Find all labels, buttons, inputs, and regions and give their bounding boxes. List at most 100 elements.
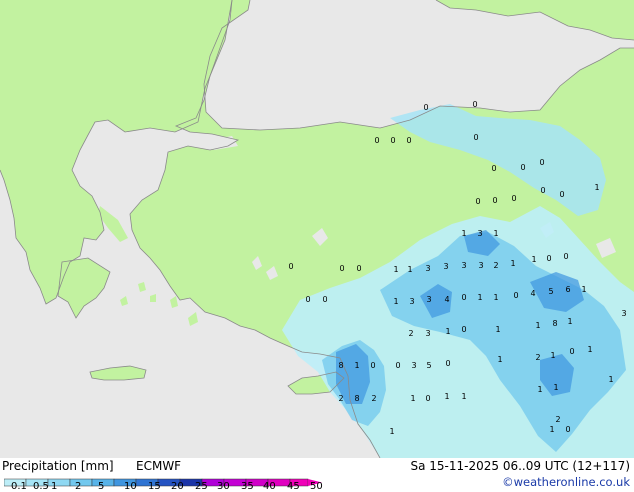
- point-value-label: 2: [371, 394, 376, 403]
- point-value-label: 0: [563, 252, 568, 261]
- color-scale-tick: 35: [241, 481, 254, 492]
- color-scale-tick: 15: [148, 481, 161, 492]
- point-value-label: 1: [493, 229, 498, 238]
- point-value-label: 1: [550, 351, 555, 360]
- color-scale-tick: 5: [98, 481, 105, 492]
- point-value-label: 1: [531, 255, 536, 264]
- point-value-label: 1: [495, 325, 500, 334]
- point-value-label: 1: [493, 293, 498, 302]
- point-value-label: 1: [461, 229, 466, 238]
- point-value-label: 0: [559, 190, 564, 199]
- point-value-label: 0: [520, 163, 525, 172]
- point-value-label: 1: [553, 383, 558, 392]
- point-value-label: 3: [478, 261, 483, 270]
- point-value-label: 3: [409, 297, 414, 306]
- point-value-label: 0: [390, 136, 395, 145]
- point-value-label: 0: [406, 136, 411, 145]
- point-value-label: 1: [608, 375, 613, 384]
- point-value-label: 0: [492, 196, 497, 205]
- color-scale-tick: 20: [171, 481, 184, 492]
- point-value-label: 1: [537, 385, 542, 394]
- point-value-label: 0: [475, 197, 480, 206]
- point-value-label: 8: [354, 394, 359, 403]
- point-value-label: 1: [535, 321, 540, 330]
- point-value-label: 0: [473, 133, 478, 142]
- map-canvas: 0 0 0 0 0 0 0 0 0 1 0 0 0 0 0 1 3 1 0 0 0 1 1 3 3 3 3 2 1 1 0 0 0 0 1 3 3 4 0 1…: [0, 0, 634, 459]
- model-name: ECMWF: [136, 459, 182, 473]
- point-value-label: 1: [594, 183, 599, 192]
- point-value-label: 0: [491, 164, 496, 173]
- point-value-label: 1: [444, 392, 449, 401]
- point-value-label: 3: [411, 361, 416, 370]
- point-value-label: 1: [461, 392, 466, 401]
- point-value-label: 0: [356, 264, 361, 273]
- point-value-label: 3: [425, 329, 430, 338]
- point-value-label: 1: [477, 293, 482, 302]
- map-title: Precipitation [mm]: [2, 459, 114, 473]
- point-value-label: 0: [339, 264, 344, 273]
- color-scale-tick: 0.1: [11, 481, 27, 492]
- point-value-label: 1: [587, 345, 592, 354]
- point-value-label: 3: [461, 261, 466, 270]
- point-value-label: 1: [510, 259, 515, 268]
- point-value-label: 3: [621, 309, 626, 318]
- point-value-label: 2: [338, 394, 343, 403]
- point-value-label: 0: [461, 325, 466, 334]
- point-value-label: 4: [444, 295, 449, 304]
- point-value-label: 1: [410, 394, 415, 403]
- point-value-label: 0: [565, 425, 570, 434]
- point-value-label: 0: [539, 158, 544, 167]
- point-value-label: 0: [370, 361, 375, 370]
- point-value-label: 0: [546, 254, 551, 263]
- point-value-label: 1: [354, 361, 359, 370]
- credit-link[interactable]: ©weatheronline.co.uk: [502, 475, 630, 489]
- point-value-label: 3: [443, 262, 448, 271]
- point-value-label: 8: [338, 361, 343, 370]
- point-value-label: 2: [408, 329, 413, 338]
- precipitation-map: 0 0 0 0 0 0 0 0 0 1 0 0 0 0 0 1 3 1 0 0 0 1 1 3 3 3 3 2 1 1 0 0 0 0 1 3 3 4 0 1…: [0, 0, 634, 459]
- map-footer: Precipitation [mm] ECMWF Sa 15-11-2025 0…: [0, 458, 634, 492]
- point-value-label: 1: [497, 355, 502, 364]
- color-scale-tick: 50: [310, 481, 323, 492]
- point-value-label: 0: [445, 359, 450, 368]
- point-value-label: 1: [581, 285, 586, 294]
- point-value-label: 3: [426, 295, 431, 304]
- point-value-label: 3: [425, 264, 430, 273]
- point-value-label: 8: [552, 319, 557, 328]
- point-value-label: 0: [461, 293, 466, 302]
- color-scale-tick: 2: [75, 481, 82, 492]
- point-value-label: 0: [472, 100, 477, 109]
- point-value-label: 0: [395, 361, 400, 370]
- point-value-label: 0: [513, 291, 518, 300]
- point-value-label: 1: [407, 265, 412, 274]
- point-value-label: 0: [305, 295, 310, 304]
- color-scale-tick: 10: [124, 481, 137, 492]
- point-value-label: 6: [565, 285, 570, 294]
- point-value-label: 0: [425, 394, 430, 403]
- point-value-label: 1: [549, 425, 554, 434]
- point-value-label: 2: [535, 353, 540, 362]
- point-value-label: 5: [548, 287, 553, 296]
- point-value-label: 1: [393, 297, 398, 306]
- point-value-label: 0: [569, 347, 574, 356]
- point-value-label: 0: [322, 295, 327, 304]
- valid-time: Sa 15-11-2025 06..09 UTC (12+117): [410, 459, 630, 473]
- color-scale-tick: 40: [263, 481, 276, 492]
- point-value-label: 0: [423, 103, 428, 112]
- point-value-label: 4: [530, 289, 535, 298]
- color-scale-tick: 30: [217, 481, 230, 492]
- point-value-label: 0: [374, 136, 379, 145]
- point-value-label: 1: [389, 427, 394, 436]
- point-value-label: 0: [540, 186, 545, 195]
- point-value-label: 3: [477, 229, 482, 238]
- point-value-label: 1: [567, 317, 572, 326]
- color-scale-tick: 25: [195, 481, 208, 492]
- point-value-label: 2: [493, 261, 498, 270]
- color-scale-tick: 0.5: [33, 481, 49, 492]
- point-value-label: 5: [426, 361, 431, 370]
- point-value-label: 0: [511, 194, 516, 203]
- point-value-label: 0: [288, 262, 293, 271]
- color-scale-tick: 1: [51, 481, 58, 492]
- point-value-label: 1: [393, 265, 398, 274]
- point-value-label: 1: [445, 327, 450, 336]
